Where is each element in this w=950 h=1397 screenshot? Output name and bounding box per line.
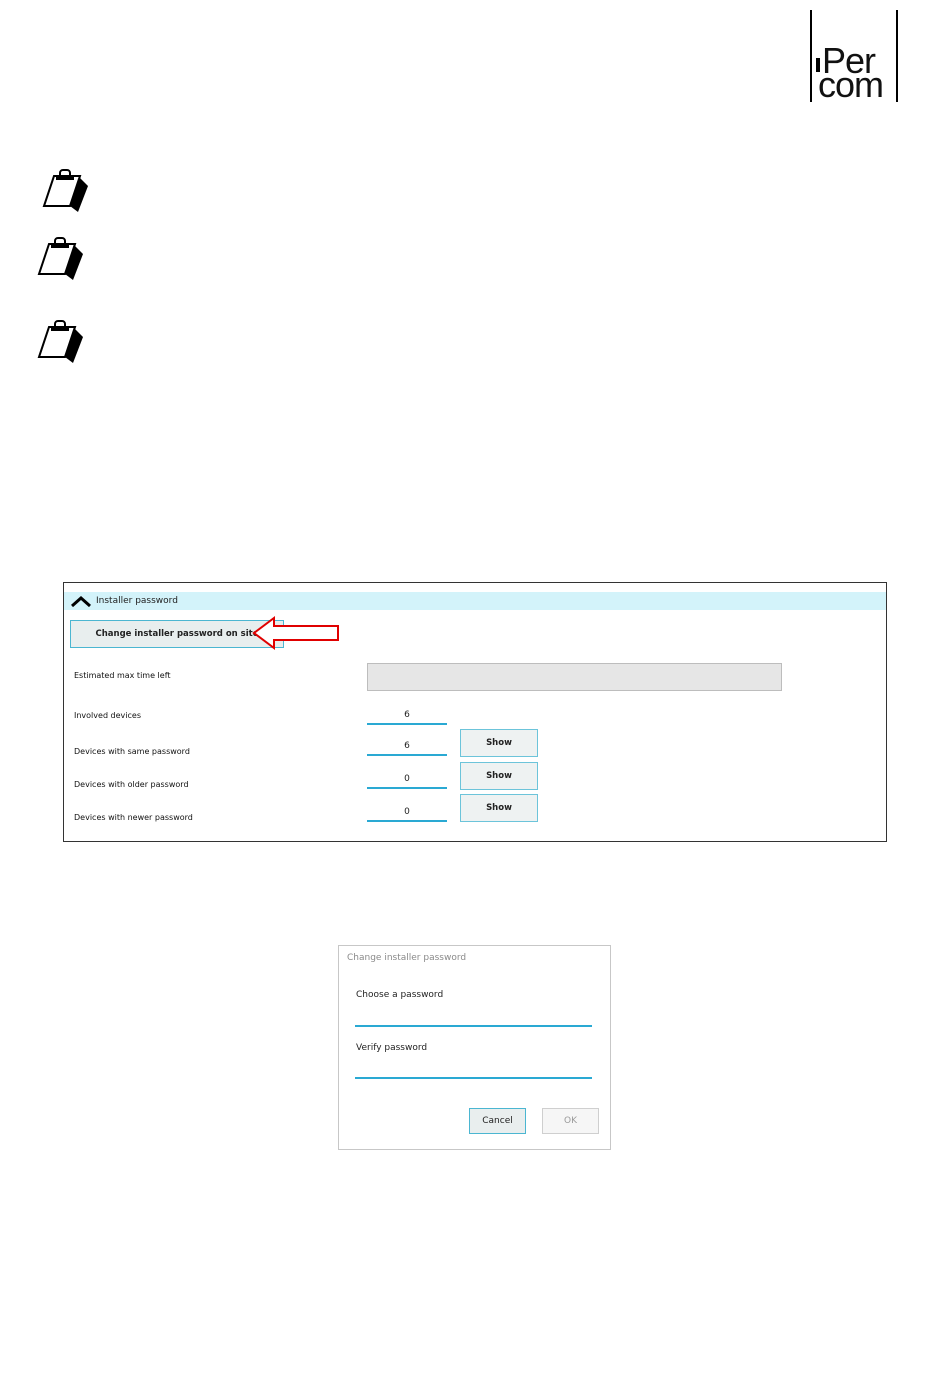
change-password-dialog: Change installer password Choose a passw… [338,945,611,1150]
logo-word-com: com [818,64,884,105]
choose-password-input[interactable] [355,1011,592,1027]
chevron-up-icon[interactable] [70,595,92,607]
newer-password-value: 0 [367,806,447,822]
panel-title: Installer password [96,596,178,606]
panel-header[interactable]: Installer password [64,592,886,610]
verify-password-input[interactable] [355,1063,592,1079]
choose-password-label: Choose a password [356,990,444,1000]
ipercom-logo: Per com [808,10,900,105]
logo-bar-right [896,10,898,102]
involved-devices-label: Involved devices [74,711,142,720]
red-arrow-icon [252,616,339,650]
same-password-value: 6 [367,740,447,756]
cancel-button[interactable]: Cancel [469,1108,526,1134]
same-password-label: Devices with same password [74,747,190,756]
estimated-time-progress [367,663,782,691]
dialog-title: Change installer password [347,953,467,963]
installer-password-panel: Installer password Change installer pass… [63,582,887,842]
estimated-time-label: Estimated max time left [74,671,171,680]
verify-password-label: Verify password [356,1043,428,1053]
note-clipboard-icon [37,237,83,280]
note-clipboard-icon [37,320,83,363]
newer-password-label: Devices with newer password [74,813,193,822]
involved-devices-value: 6 [367,709,447,725]
show-older-password-button[interactable]: Show [460,762,538,790]
note-clipboard-icon [42,169,88,212]
logo-bar-left [810,10,812,102]
older-password-label: Devices with older password [74,780,189,789]
ok-button[interactable]: OK [542,1108,599,1134]
older-password-value: 0 [367,773,447,789]
show-newer-password-button[interactable]: Show [460,794,538,822]
show-same-password-button[interactable]: Show [460,729,538,757]
